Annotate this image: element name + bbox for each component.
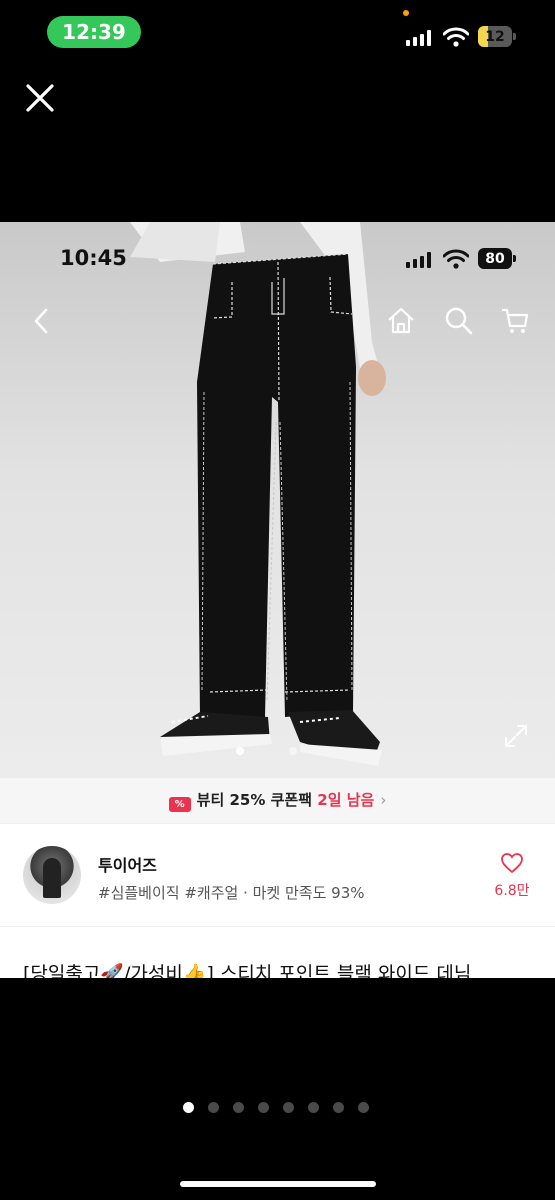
inner-battery-cap — [513, 255, 516, 262]
inner-battery-level: 80 — [485, 251, 505, 267]
page-dot[interactable] — [258, 1102, 269, 1113]
heart-icon[interactable] — [500, 852, 524, 874]
status-time: 12:39 — [47, 16, 141, 48]
inner-battery-icon: 80 — [478, 248, 512, 269]
page-indicator — [183, 1098, 383, 1113]
inner-wifi-icon — [443, 249, 469, 269]
home-indicator[interactable] — [180, 1181, 376, 1187]
photo-dot[interactable] — [236, 747, 244, 755]
coupon-text: 뷰티 25% 쿠폰팩 — [196, 791, 313, 809]
privacy-indicator — [403, 10, 409, 16]
shop-tags: #심플베이직 #캐주얼 · 마켓 만족도 93% — [98, 884, 365, 902]
product-title-row: [당일출고🚀/가성비👍] 스티치 포인트 블랙 와이드 데님 — [0, 927, 555, 978]
inner-status-time: 10:45 — [60, 246, 127, 270]
wifi-icon — [443, 27, 469, 47]
coupon-days-left: 2일 남음 — [317, 791, 375, 809]
page-dot[interactable] — [333, 1102, 344, 1113]
search-icon[interactable] — [444, 306, 474, 336]
shop-info-row[interactable]: 투이어즈 #심플베이직 #캐주얼 · 마켓 만족도 93% 6.8만 — [0, 823, 555, 927]
page-dot[interactable] — [358, 1102, 369, 1113]
page-dot[interactable] — [233, 1102, 244, 1113]
embedded-screenshot: 10:45 80 % 뷰티 25% 쿠폰팩 2일 남음 › 투이어즈 #심플베이… — [0, 222, 555, 978]
product-title: [당일출고🚀/가성비👍] 스티치 포인트 블랙 와이드 데님 — [23, 963, 472, 978]
page-dot[interactable] — [208, 1102, 219, 1113]
inner-signal-icon — [406, 252, 434, 268]
coupon-banner[interactable]: % 뷰티 25% 쿠폰팩 2일 남음 › — [0, 778, 555, 823]
page-dot[interactable] — [308, 1102, 319, 1113]
home-icon[interactable] — [386, 306, 416, 336]
photo-carousel-dots — [236, 740, 342, 759]
signal-icon — [406, 30, 434, 46]
cart-icon[interactable] — [500, 306, 530, 336]
chevron-right-icon: › — [380, 791, 387, 809]
close-icon[interactable] — [22, 80, 58, 116]
battery-icon: 12 — [478, 26, 512, 47]
coupon-icon: % — [168, 797, 191, 812]
product-photo[interactable]: 10:45 80 — [0, 222, 555, 778]
shop-name[interactable]: 투이어즈 — [98, 852, 157, 876]
chevron-left-icon[interactable] — [28, 306, 58, 336]
page-dot[interactable] — [283, 1102, 294, 1113]
battery-cap — [513, 33, 516, 40]
shop-avatar[interactable] — [23, 846, 81, 904]
like-count: 6.8만 — [494, 883, 530, 899]
battery-level: 12 — [485, 29, 505, 45]
photo-dot[interactable] — [289, 747, 297, 755]
status-bar: 12:39 12 — [0, 0, 555, 70]
expand-icon[interactable] — [503, 723, 529, 749]
page-dot[interactable] — [183, 1102, 194, 1113]
